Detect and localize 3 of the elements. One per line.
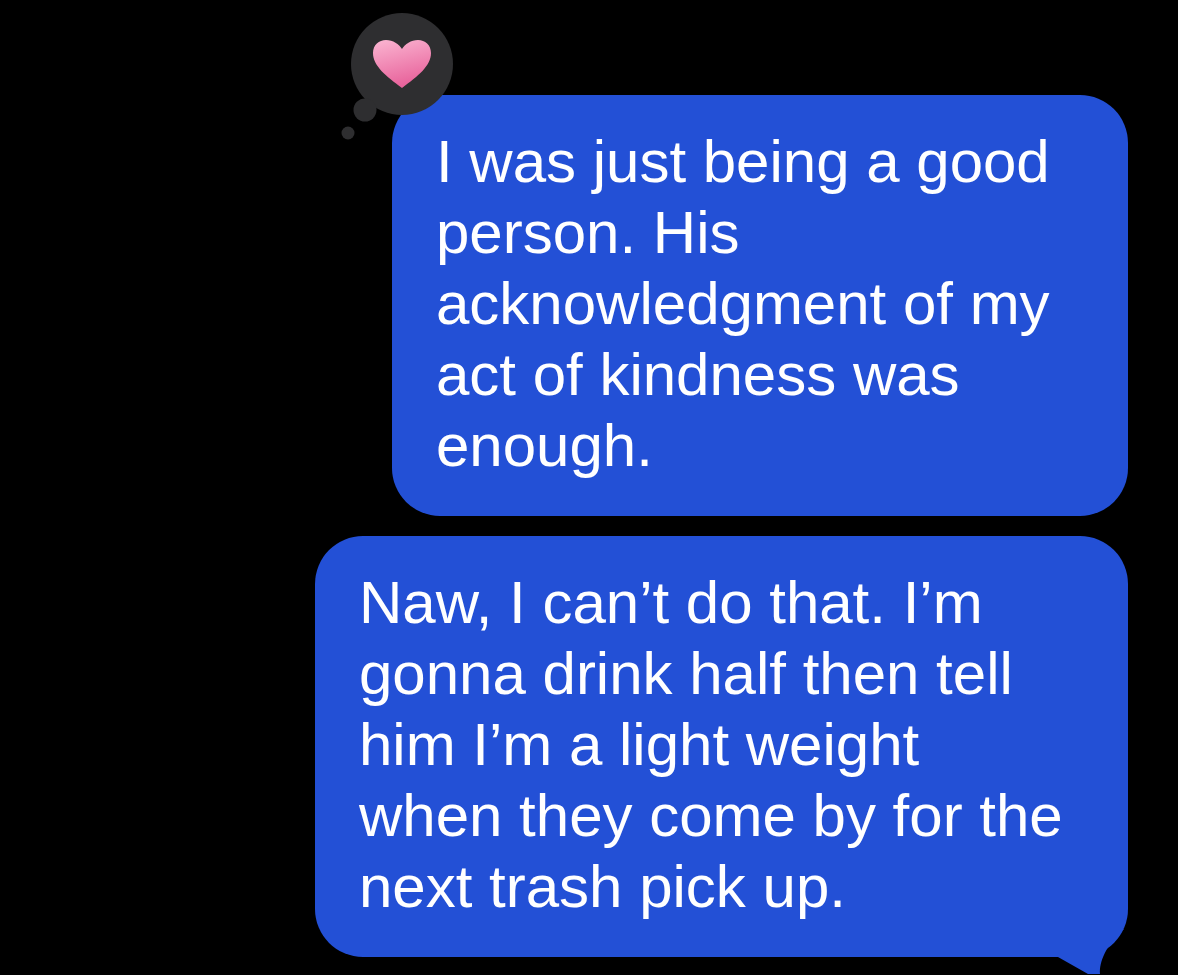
message-text: I was just being a good person. His acknowledgment of my act of kindness was enough. — [436, 127, 1051, 481]
message-text: Naw, I can’t do that. I’m gonna drink half then tell him I’m a light weight when they come by for the next trash pick up. — [359, 568, 1064, 922]
heart-reaction-icon — [341, 12, 454, 140]
